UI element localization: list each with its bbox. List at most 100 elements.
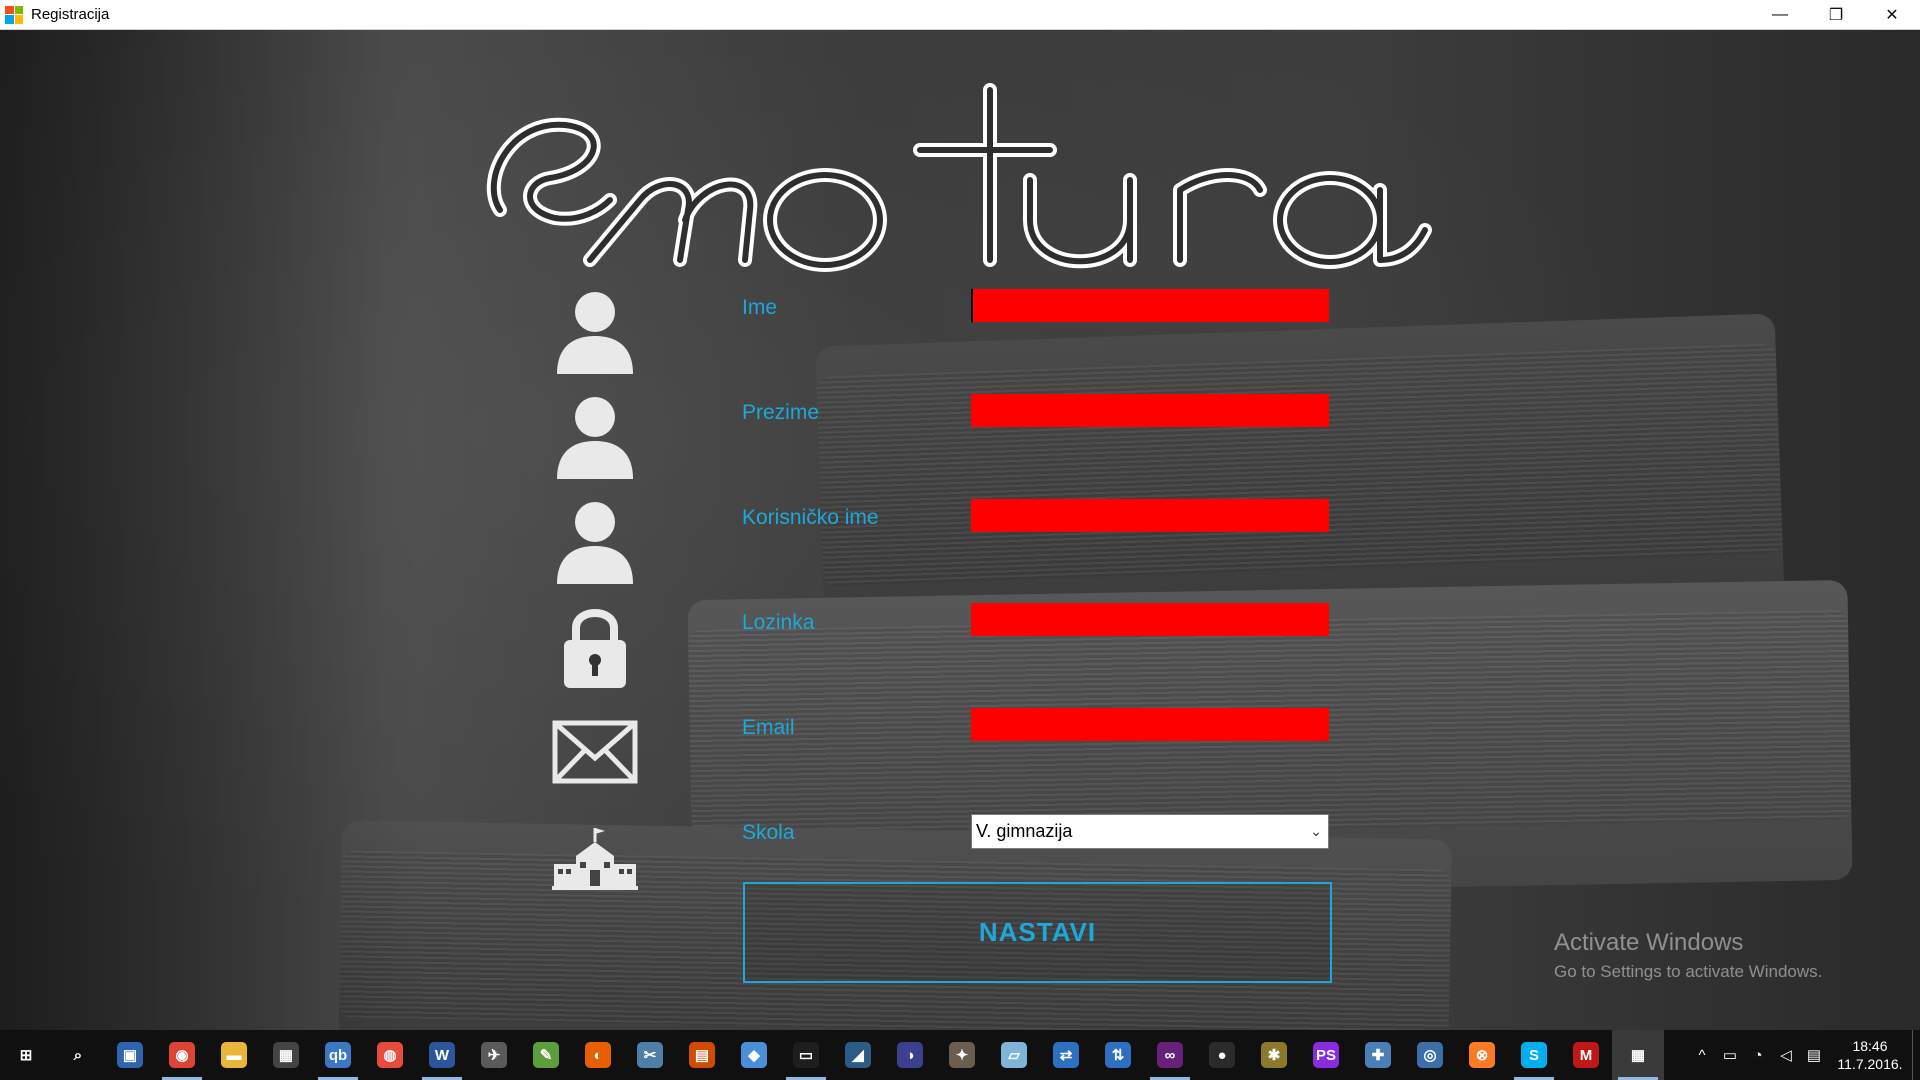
tray-chevron-icon[interactable]: ^	[1688, 1030, 1716, 1080]
registration-window: ematura	[0, 30, 1920, 1030]
ime-input[interactable]	[971, 289, 1329, 322]
network-icon: ⇄	[1053, 1042, 1079, 1068]
prezime-input[interactable]	[971, 394, 1329, 427]
battery-icon[interactable]: ▭	[1716, 1030, 1744, 1080]
mcafee-icon: M	[1573, 1042, 1599, 1068]
taskbar-item[interactable]: ✂	[624, 1030, 676, 1080]
eclipse-icon: ◑	[897, 1042, 923, 1068]
taskbar-item[interactable]: ▱	[988, 1030, 1040, 1080]
virtualbox-icon: ▣	[117, 1042, 143, 1068]
close-button[interactable]: ✕	[1864, 0, 1920, 30]
taskbar-item[interactable]: ✎	[520, 1030, 572, 1080]
visual-studio-icon: ∞	[1157, 1042, 1183, 1068]
notepad-plus-icon: ✎	[533, 1042, 559, 1068]
restore-button[interactable]: ❐	[1808, 0, 1864, 30]
xampp-icon: ⊗	[1469, 1042, 1495, 1068]
taskbar-item[interactable]: ⌕	[52, 1030, 104, 1080]
taskbar-item[interactable]: ⇄	[1040, 1030, 1092, 1080]
chevron-down-icon[interactable]: ⌄	[1310, 823, 1322, 840]
user-icon	[552, 288, 638, 378]
registracija-app-icon: ▦	[1625, 1042, 1651, 1068]
lock-icon	[552, 602, 638, 692]
taskbar-item[interactable]: PS	[1300, 1030, 1352, 1080]
skola-dropdown[interactable]: V. gimnazija ⌄	[971, 814, 1329, 849]
app-icon	[5, 5, 23, 24]
user-icon	[552, 393, 638, 483]
email-label: Email	[742, 716, 795, 739]
show-desktop-button[interactable]	[1912, 1030, 1920, 1080]
taskbar-item[interactable]: ◢	[832, 1030, 884, 1080]
mysql-icon: ◢	[845, 1042, 871, 1068]
calculator-icon: ▦	[273, 1042, 299, 1068]
taskbar-item[interactable]: ◐	[572, 1030, 624, 1080]
snipping-icon: ✂	[637, 1042, 663, 1068]
user-icon	[552, 498, 638, 588]
korisnicko-ime-input[interactable]	[971, 499, 1329, 532]
taskbar-item[interactable]: ◎	[1404, 1030, 1456, 1080]
taskbar-item[interactable]: qb	[312, 1030, 364, 1080]
taskbar-item[interactable]: ◍	[364, 1030, 416, 1080]
nastavi-button[interactable]: NASTAVI	[743, 882, 1332, 983]
gimp-icon: ✦	[949, 1042, 975, 1068]
taskbar-item[interactable]: ⇅	[1092, 1030, 1144, 1080]
word-icon: W	[429, 1042, 455, 1068]
minimize-button[interactable]: —	[1752, 0, 1808, 30]
taskbar-item[interactable]: ✱	[1248, 1030, 1300, 1080]
activate-windows-watermark: Activate Windows Go to Settings to activ…	[1554, 928, 1822, 984]
file-explorer-icon: ▬	[221, 1042, 247, 1068]
globe-app-icon: ◎	[1417, 1042, 1443, 1068]
taskbar-item[interactable]: ●	[1196, 1030, 1248, 1080]
prezime-label: Prezime	[742, 401, 820, 424]
taskbar-item[interactable]: ✈	[468, 1030, 520, 1080]
taskbar-item[interactable]: ▬	[208, 1030, 260, 1080]
window-title: Registracija	[31, 6, 110, 23]
start-button: ⊞	[13, 1042, 39, 1068]
taskbar-item[interactable]: ∞	[1144, 1030, 1196, 1080]
taskbar-item[interactable]: ▣	[104, 1030, 156, 1080]
clock-time: 18:46	[1852, 1038, 1888, 1054]
search-icon: ⌕	[65, 1042, 91, 1068]
network2-icon: ⇅	[1105, 1042, 1131, 1068]
watermark-title: Activate Windows	[1554, 929, 1744, 956]
taskbar-apps: ⊞ ⌕ ▣ ◉ ▬ ▦ qb ◍ W ✈ ✎ ◐ ✂ ▤ ◆ ▭ ◢ ◑ ✦ ▱ ⇄ ⇅ ∞ ● ✱ PS ✚ ◎ ⊗ S M ▦	[0, 1030, 1664, 1080]
clock[interactable]: 18:46 11.7.2016.	[1828, 1037, 1912, 1073]
taskbar-item[interactable]: ▦	[1612, 1030, 1664, 1080]
taskbar-item[interactable]: ◉	[156, 1030, 208, 1080]
puzzle-icon: ✚	[1365, 1042, 1391, 1068]
taskbar-item[interactable]: W	[416, 1030, 468, 1080]
taskbar-item[interactable]: ✦	[936, 1030, 988, 1080]
taskbar-item[interactable]: ◆	[728, 1030, 780, 1080]
wifi-icon[interactable]: ◔	[1744, 1030, 1772, 1080]
phpstorm-icon: PS	[1313, 1042, 1339, 1068]
ime-label: Ime	[742, 296, 778, 319]
taskbar-item[interactable]: ◑	[884, 1030, 936, 1080]
taskbar-item[interactable]: ▦	[260, 1030, 312, 1080]
taskbar-item[interactable]: ⊗	[1456, 1030, 1508, 1080]
ematura-logo: ematura	[486, 83, 1432, 272]
chrome-icon: ◉	[169, 1042, 195, 1068]
school-icon	[552, 812, 638, 902]
taskbar-item[interactable]: S	[1508, 1030, 1560, 1080]
taskbar-item[interactable]: M	[1560, 1030, 1612, 1080]
email-input[interactable]	[971, 708, 1329, 741]
title-bar: Registracija — ❐ ✕	[0, 0, 1920, 30]
office-icon: ▤	[689, 1042, 715, 1068]
skola-label: Skola	[742, 821, 795, 844]
skype-icon: S	[1521, 1042, 1547, 1068]
volume-icon[interactable]: ◁	[1772, 1030, 1800, 1080]
lozinka-input[interactable]	[971, 603, 1329, 636]
cube-icon: ◆	[741, 1042, 767, 1068]
taskbar-item[interactable]: ✚	[1352, 1030, 1404, 1080]
firefox-icon: ◐	[585, 1042, 611, 1068]
terminal-icon: ▭	[793, 1042, 819, 1068]
taskbar-item[interactable]: ▤	[676, 1030, 728, 1080]
mail-icon	[552, 707, 638, 797]
watermark-subtitle: Go to Settings to activate Windows.	[1554, 962, 1823, 981]
taskbar-item[interactable]: ⊞	[0, 1030, 52, 1080]
github-icon: ●	[1209, 1042, 1235, 1068]
taskbar-item[interactable]: ▭	[780, 1030, 832, 1080]
tool-icon: ✱	[1261, 1042, 1287, 1068]
notification-icon[interactable]: ▤	[1800, 1030, 1828, 1080]
app-satellite-icon: ✈	[481, 1042, 507, 1068]
korisnicko-ime-label: Korisničko ime	[742, 506, 879, 529]
